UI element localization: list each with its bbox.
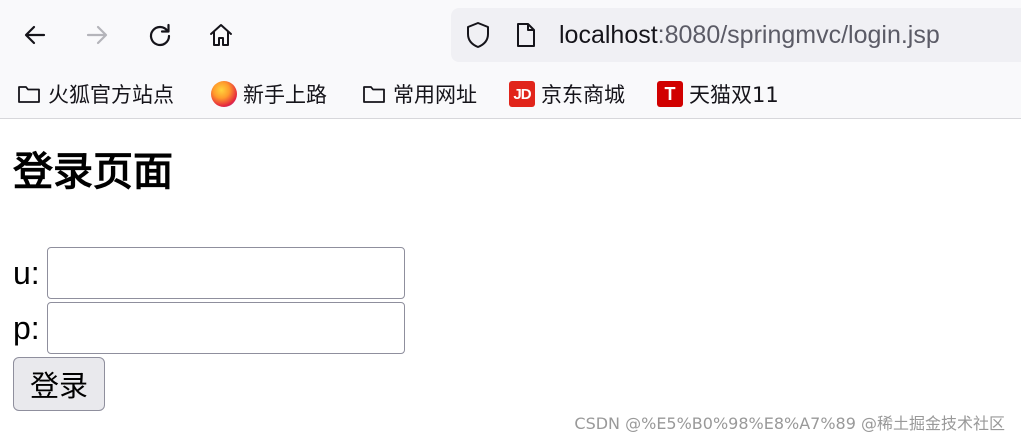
password-label: p: (13, 310, 40, 346)
arrow-left-icon (24, 25, 46, 45)
url-host: localhost (559, 21, 658, 49)
username-label: u: (13, 255, 40, 291)
url-text[interactable]: localhost:8080/springmvc/login.jsp (559, 20, 940, 50)
url-bar[interactable]: localhost:8080/springmvc/login.jsp (451, 8, 1021, 62)
login-button[interactable]: 登录 (13, 357, 105, 411)
back-button[interactable] (18, 18, 52, 52)
url-path: :8080/springmvc/login.jsp (657, 21, 940, 49)
forward-button[interactable] (80, 18, 114, 52)
home-icon (210, 24, 232, 46)
page-title: 登录页面 (13, 149, 173, 195)
page-icon (511, 20, 541, 50)
arrow-right-icon (86, 25, 108, 45)
shield-icon[interactable] (463, 20, 493, 50)
bookmark-getting-started[interactable]: 新手上路 (210, 78, 327, 110)
username-input[interactable] (47, 247, 405, 299)
home-button[interactable] (204, 18, 238, 52)
reload-icon (149, 23, 171, 47)
bookmark-firefox-official[interactable]: 火狐官方站点 (15, 78, 174, 110)
bookmark-label: 京东商城 (541, 83, 625, 107)
tmall-icon: T (656, 80, 684, 108)
folder-icon (15, 80, 43, 108)
bookmark-label: 常用网址 (393, 83, 477, 107)
reload-button[interactable] (143, 18, 177, 52)
bookmark-label: 新手上路 (243, 83, 327, 107)
bookmark-label: 火狐官方站点 (48, 83, 174, 107)
bookmark-tmall[interactable]: T 天猫双11 (656, 78, 779, 110)
bookmarks-toolbar: 火狐官方站点 新手上路 常用网址 JD 京东商城 T 天猫双11 (0, 72, 1021, 116)
folder-icon (360, 80, 388, 108)
bookmark-common-sites[interactable]: 常用网址 (360, 78, 477, 110)
browser-chrome: localhost:8080/springmvc/login.jsp 火狐官方站… (0, 0, 1021, 119)
jd-icon: JD (508, 80, 536, 108)
page-content: 登录页面 u: p: 登录 (0, 118, 1021, 440)
watermark: CSDN @%E5%B0%98%E8%A7%89 @稀土掘金技术社区 (574, 414, 1005, 433)
bookmark-jd[interactable]: JD 京东商城 (508, 78, 625, 110)
firefox-icon (210, 80, 238, 108)
password-input[interactable] (47, 302, 405, 354)
bookmark-label: 天猫双11 (689, 83, 779, 107)
